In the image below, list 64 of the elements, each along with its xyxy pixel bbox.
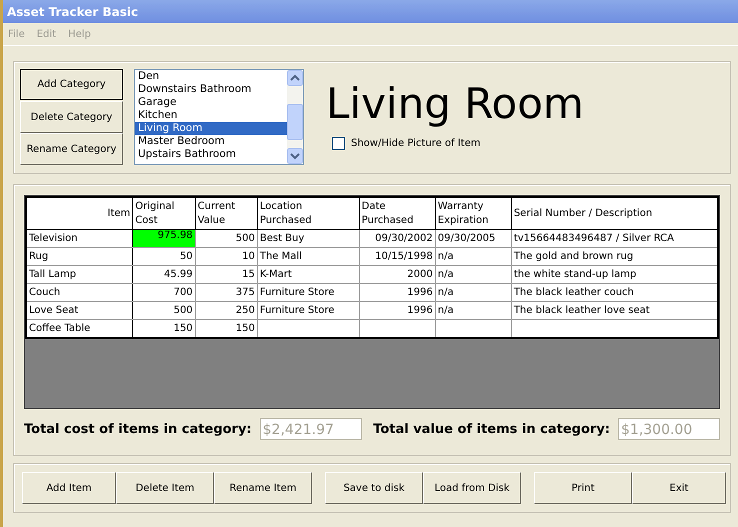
- table-cell: Love Seat: [26, 302, 133, 320]
- table-cell: 1996: [359, 302, 436, 320]
- table-cell: Television: [26, 230, 133, 248]
- category-button[interactable]: Add Category: [20, 69, 123, 100]
- total-field: $1,300.00: [618, 418, 720, 440]
- table-cell: Furniture Store: [257, 284, 360, 302]
- table-cell: 2000: [359, 266, 436, 284]
- action-button[interactable]: Exit: [632, 472, 726, 504]
- column-header: Date Purchased: [359, 197, 436, 230]
- category-item[interactable]: Upstairs Bathroom: [135, 148, 287, 161]
- table-cell: 500: [132, 302, 196, 320]
- table-cell: The Mall: [257, 248, 360, 266]
- table-cell: n/a: [435, 248, 512, 266]
- table-cell: n/a: [435, 284, 512, 302]
- table-cell: Best Buy: [257, 230, 360, 248]
- action-button[interactable]: Save to disk: [325, 472, 423, 504]
- table-cell: 375: [195, 284, 258, 302]
- category-button[interactable]: Rename Category: [20, 133, 123, 165]
- table-cell: Furniture Store: [257, 302, 360, 320]
- window-title: Asset Tracker Basic: [7, 4, 138, 18]
- action-button[interactable]: Add Item: [22, 472, 116, 504]
- table-cell: Rug: [26, 248, 133, 266]
- action-button[interactable]: Delete Item: [116, 472, 214, 504]
- column-header: Location Purchased: [257, 197, 360, 230]
- table-cell: K-Mart: [257, 266, 360, 284]
- table-cell: 09/30/2005: [435, 230, 512, 248]
- table-cell: 1996: [359, 284, 436, 302]
- table-cell: Couch: [26, 284, 133, 302]
- action-button[interactable]: Print: [534, 472, 632, 504]
- table-cell: 975.98: [132, 230, 196, 248]
- category-item[interactable]: Master Bedroom: [135, 135, 287, 148]
- table-cell: 15: [195, 266, 258, 284]
- table-cell: 50: [132, 248, 196, 266]
- action-button[interactable]: Rename Item: [214, 472, 312, 504]
- scroll-thumb[interactable]: [287, 104, 303, 140]
- table-cell: 09/30/2002: [359, 230, 436, 248]
- checkbox-label: Show/Hide Picture of Item: [351, 138, 480, 149]
- action-button[interactable]: Load from Disk: [423, 472, 521, 504]
- category-item[interactable]: Living Room: [135, 122, 287, 135]
- total-label: Total value of items in category:: [373, 422, 610, 436]
- category-item[interactable]: Garage: [135, 96, 287, 109]
- table-cell: 45.99: [132, 266, 196, 284]
- table-cell: 10: [195, 248, 258, 266]
- category-item[interactable]: Den: [135, 70, 287, 83]
- table-cell: n/a: [435, 302, 512, 320]
- column-header: Current Value: [195, 197, 258, 230]
- column-header: Item: [26, 197, 133, 230]
- scroll-up-icon[interactable]: [287, 70, 303, 86]
- total-label: Total cost of items in category:: [24, 422, 252, 436]
- total-field: $2,421.97: [260, 418, 362, 440]
- table-cell: 250: [195, 302, 258, 320]
- category-item[interactable]: Downstairs Bathroom: [135, 83, 287, 96]
- table-cell: Tall Lamp: [26, 266, 133, 284]
- table-cell: 10/15/1998: [359, 248, 436, 266]
- category-button[interactable]: Delete Category: [20, 101, 123, 133]
- table-cell: n/a: [435, 266, 512, 284]
- scroll-down-icon[interactable]: [287, 148, 303, 164]
- category-title: Living Room: [326, 78, 584, 130]
- category-item[interactable]: Kitchen: [135, 109, 287, 122]
- table-cell: 500: [195, 230, 258, 248]
- table-cell: 700: [132, 284, 196, 302]
- checkbox[interactable]: [332, 137, 345, 150]
- column-header: Warranty Expiration: [435, 197, 512, 230]
- scrollbar[interactable]: [287, 70, 303, 164]
